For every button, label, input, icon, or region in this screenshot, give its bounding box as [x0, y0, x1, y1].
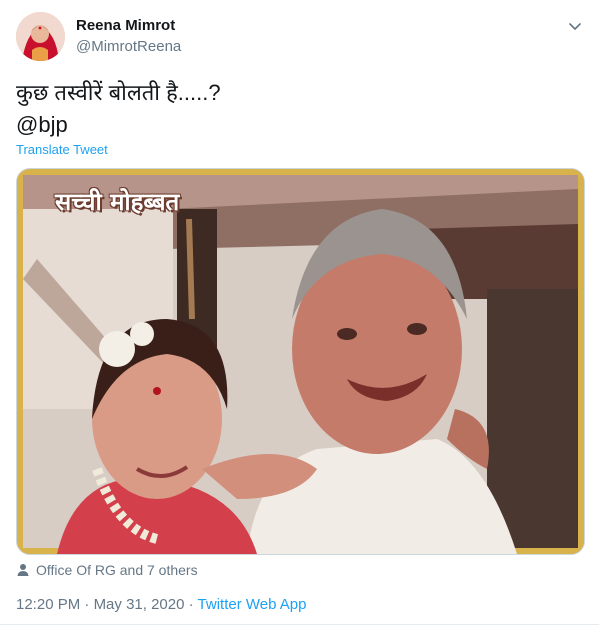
author-handle[interactable]: @MimrotReena	[76, 38, 181, 55]
chevron-down-icon[interactable]	[565, 16, 585, 36]
tweet-meta: 12:20 PM · May 31, 2020 · Twitter Web Ap…	[16, 596, 306, 613]
tagged-users[interactable]: Office Of RG and 7 others	[16, 562, 198, 578]
mention-link[interactable]: @bjp	[16, 112, 68, 138]
tweet-text: कुछ तस्वीरें बोलती है.....?	[16, 80, 221, 105]
tweet-date[interactable]: May 31, 2020	[94, 596, 185, 613]
tweet-card: Reena Mimrot @MimrotReena कुछ तस्वीरें ब…	[0, 0, 599, 625]
avatar[interactable]	[16, 12, 65, 61]
translate-tweet-link[interactable]: Translate Tweet	[16, 142, 108, 157]
photo-caption-overlay: सच्ची मोहब्बत	[55, 188, 180, 216]
person-icon	[16, 563, 30, 577]
meta-separator: ·	[80, 596, 94, 613]
tweet-source-link[interactable]: Twitter Web App	[198, 596, 307, 613]
photo-image	[17, 169, 584, 554]
tweet-photo[interactable]: सच्ची मोहब्बत	[16, 168, 585, 555]
tweet-time[interactable]: 12:20 PM	[16, 596, 80, 613]
meta-separator: ·	[184, 596, 198, 613]
tagged-users-label: Office Of RG and 7 others	[36, 562, 198, 578]
author-display-name[interactable]: Reena Mimrot	[76, 17, 175, 34]
avatar-image	[16, 12, 65, 61]
